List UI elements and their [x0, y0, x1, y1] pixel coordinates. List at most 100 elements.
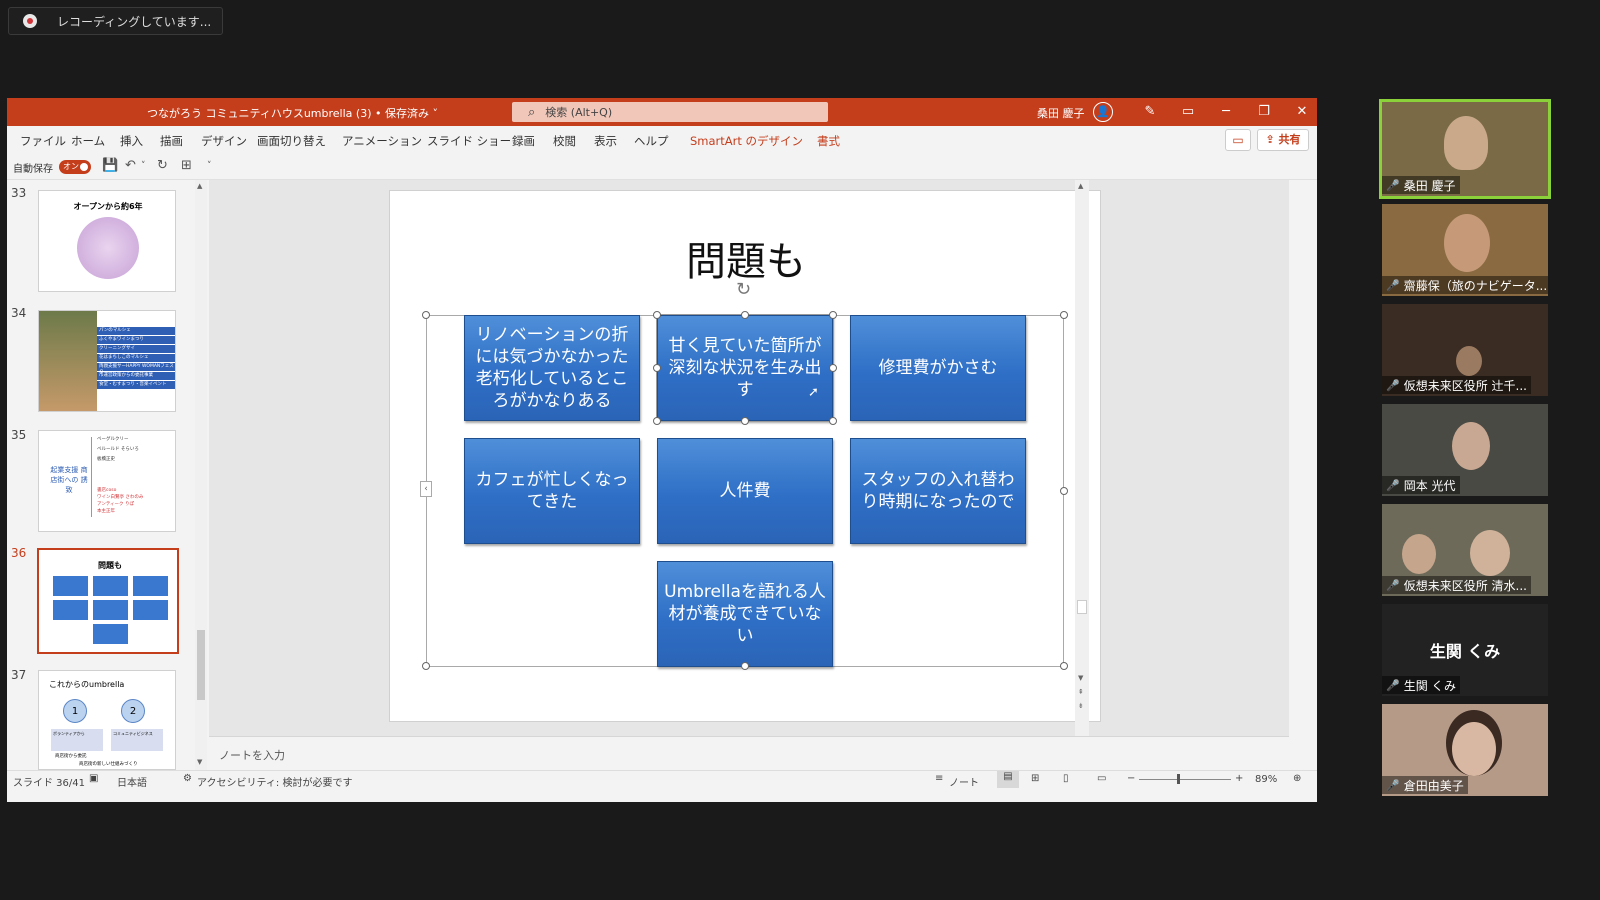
tab-record[interactable]: 録画: [512, 133, 535, 149]
undo-dropdown-icon[interactable]: ˅: [141, 161, 146, 171]
smartart-box-6[interactable]: スタッフの入れ替わり時期になったので: [850, 438, 1026, 544]
tab-review[interactable]: 校閲: [553, 133, 576, 149]
resize-handle[interactable]: [741, 417, 749, 425]
participant-tile-5[interactable]: 🎤 仮想未来区役所 清水...: [1382, 504, 1548, 596]
tab-insert[interactable]: 挿入: [120, 133, 143, 149]
pen-icon[interactable]: ✎: [1137, 102, 1163, 122]
slide-thumbnail-37[interactable]: これからのumbrella 1 2 ボランティアから コミュニティビジネス 商店…: [38, 670, 176, 770]
resize-handle[interactable]: [741, 662, 749, 670]
thumbnail-scrollbar[interactable]: ▲ ▼: [195, 180, 207, 770]
resize-handle[interactable]: [1060, 662, 1068, 670]
slideshow-icon[interactable]: ▭: [1097, 773, 1106, 784]
slide-thumbnail-35[interactable]: 起業支援 商店街への 誘致 ベーグルクリー ベルールド そらいろ 板橋正史 書店…: [38, 430, 176, 532]
scroll-up-icon[interactable]: ▲: [1078, 182, 1083, 190]
present-icon[interactable]: ⊞: [181, 158, 192, 173]
smartart-box-3[interactable]: 修理費がかさむ: [850, 315, 1026, 421]
tab-slideshow[interactable]: スライド ショー: [427, 133, 511, 149]
reading-view-icon[interactable]: ▯: [1063, 773, 1069, 784]
tab-design[interactable]: デザイン: [201, 133, 247, 149]
redo-icon[interactable]: ↻: [157, 158, 168, 173]
search-box[interactable]: ⌕ 検索 (Alt+Q): [512, 102, 828, 122]
tab-smartart-design[interactable]: SmartArt のデザイン: [690, 133, 803, 149]
share-button[interactable]: ⇪ 共有: [1257, 129, 1309, 151]
notes-pane[interactable]: ノートを入力: [209, 736, 1289, 770]
participant-video: [1470, 530, 1510, 576]
language-indicator[interactable]: 日本語: [117, 774, 147, 789]
customize-qat-icon[interactable]: ˅: [207, 161, 212, 171]
zoom-in-icon[interactable]: +: [1235, 773, 1243, 784]
slide-thumbnail-36[interactable]: 問題も: [37, 548, 179, 654]
next-slide-icon[interactable]: ⇟: [1078, 702, 1084, 710]
resize-handle[interactable]: [829, 417, 837, 425]
zoom-slider-thumb[interactable]: [1177, 774, 1180, 784]
share-icon: ⇪: [1265, 133, 1275, 146]
smartart-box-5[interactable]: 人件費: [657, 438, 833, 544]
tab-view[interactable]: 表示: [594, 133, 617, 149]
fit-to-window-icon[interactable]: ⊕: [1293, 773, 1301, 784]
account-avatar-icon[interactable]: 👤: [1093, 102, 1113, 122]
restore-icon[interactable]: ❐: [1251, 102, 1277, 122]
tab-format[interactable]: 書式: [817, 133, 840, 149]
tab-draw[interactable]: 描画: [160, 133, 183, 149]
zoom-out-icon[interactable]: −: [1127, 773, 1135, 784]
participant-tile-2[interactable]: 🎤 齋藤保（旅のナビゲータ...: [1382, 204, 1548, 296]
resize-handle[interactable]: [653, 417, 661, 425]
smartart-box-1[interactable]: リノベーションの折には気づかなかった老朽化しているところがかなりある: [464, 315, 640, 421]
ribbon-display-icon[interactable]: ▭: [1175, 102, 1201, 122]
normal-view-icon[interactable]: ▤: [997, 771, 1019, 788]
resize-handle[interactable]: [829, 311, 837, 319]
tab-help[interactable]: ヘルプ: [634, 133, 669, 149]
scroll-thumb[interactable]: [197, 630, 205, 700]
previous-slide-icon[interactable]: ⇞: [1078, 688, 1084, 696]
slide-sorter-icon[interactable]: ⊞: [1031, 773, 1039, 784]
scroll-thumb[interactable]: [1077, 600, 1087, 614]
scroll-down-icon[interactable]: ▼: [1078, 674, 1083, 682]
thumb-number: 37: [11, 668, 27, 682]
zoom-level[interactable]: 89%: [1255, 774, 1277, 785]
participant-tile-3[interactable]: 🎤 仮想未来区役所 辻千...: [1382, 304, 1548, 396]
autosave-toggle[interactable]: オン: [59, 160, 91, 174]
slide-thumbnail-34[interactable]: パンのマルシェ ふくやまワインまつり クリーニングサイ 花はまちしこのマルシェ …: [38, 310, 176, 412]
slide-scrollbar[interactable]: ▲ ▼ ⇞ ⇟: [1075, 180, 1089, 770]
comments-button[interactable]: ▭: [1225, 129, 1251, 151]
resize-handle[interactable]: [422, 311, 430, 319]
account-name[interactable]: 桑田 慶子: [1037, 105, 1085, 121]
rotate-handle-icon[interactable]: ↻: [736, 279, 751, 300]
resize-handle[interactable]: [829, 364, 837, 372]
notes-icon[interactable]: ≡: [935, 773, 943, 784]
tab-file[interactable]: ファイル: [20, 133, 66, 149]
scroll-up-icon[interactable]: ▲: [197, 182, 202, 190]
accessibility-icon[interactable]: ⚙: [183, 773, 192, 784]
participant-tile-1[interactable]: 🎤 桑田 慶子: [1379, 99, 1551, 199]
tab-home[interactable]: ホーム: [71, 133, 105, 149]
minimize-icon[interactable]: ─: [1213, 102, 1239, 122]
participant-video: [1444, 214, 1490, 272]
resize-handle[interactable]: [422, 662, 430, 670]
resize-handle[interactable]: [653, 311, 661, 319]
spellcheck-icon[interactable]: ▣: [89, 773, 98, 784]
notes-toggle[interactable]: ノート: [949, 774, 979, 789]
smartart-box-4[interactable]: カフェが忙しくなってきた: [464, 438, 640, 544]
undo-icon[interactable]: ↶: [125, 158, 136, 173]
document-title[interactable]: つながろう コミュニティハウスumbrella (3) • 保存済み ˅: [147, 105, 477, 121]
resize-handle[interactable]: [1060, 311, 1068, 319]
tab-transitions[interactable]: 画面切り替え: [257, 133, 326, 149]
zoom-slider[interactable]: [1139, 779, 1231, 780]
scroll-down-icon[interactable]: ▼: [197, 758, 202, 766]
participant-tile-4[interactable]: 🎤 岡本 光代: [1382, 404, 1548, 496]
text-pane-toggle-icon[interactable]: ‹: [420, 481, 432, 497]
current-slide[interactable]: 問題も ↻ ‹ リノベーションの折には気づかなかった老朽化しているところがかなり…: [389, 190, 1101, 722]
slide-thumbnail-33[interactable]: オープンから約6年: [38, 190, 176, 292]
smartart-box-7[interactable]: Umbrellaを語れる人材が養成できていない: [657, 561, 833, 667]
save-icon[interactable]: 💾: [102, 158, 118, 173]
tab-animations[interactable]: アニメーション: [342, 133, 422, 149]
recording-indicator[interactable]: レコーディングしています...: [8, 7, 223, 35]
resize-handle[interactable]: [741, 311, 749, 319]
resize-handle[interactable]: [1060, 487, 1068, 495]
participant-tile-7[interactable]: 🎤 倉田由美子: [1382, 704, 1548, 796]
participant-tile-6[interactable]: 生関 くみ 🎤 生関 くみ: [1382, 604, 1548, 696]
close-icon[interactable]: ✕: [1289, 102, 1315, 122]
accessibility-status[interactable]: アクセシビリティ: 検討が必要です: [197, 774, 352, 789]
resize-handle[interactable]: [653, 364, 661, 372]
smartart-box-2[interactable]: 甘く見ていた箇所が深刻な状況を生み出す: [656, 314, 834, 422]
